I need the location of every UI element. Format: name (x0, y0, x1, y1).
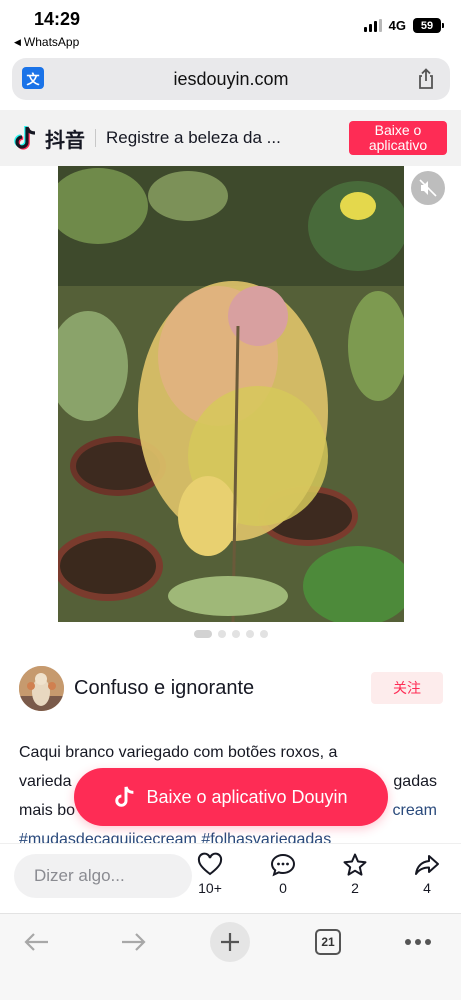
signal-icon (363, 19, 382, 32)
star-icon (343, 853, 367, 876)
share-icon[interactable] (416, 68, 436, 90)
back-to-app-link[interactable]: ◀ WhatsApp (14, 35, 79, 49)
comment-bubble-icon (270, 853, 296, 877)
header-download-button[interactable]: Baixe o aplicativo (349, 121, 447, 155)
description-line-2-start: varieda (19, 773, 72, 790)
like-button[interactable]: 10+ (190, 852, 230, 896)
plus-icon (221, 933, 239, 951)
description-line-2-end: gadas (393, 773, 437, 790)
new-tab-button[interactable] (210, 922, 250, 962)
description-line-3-start: mais bo (19, 802, 76, 819)
douyin-header: 抖音 Registre a beleza da ... Baixe o apli… (0, 110, 461, 166)
forward-button[interactable] (116, 922, 152, 962)
tabs-button[interactable]: 21 (313, 922, 343, 962)
avatar[interactable] (19, 665, 64, 711)
address-bar[interactable]: 文 iesdouyin.com (12, 58, 450, 100)
douyin-note-icon (115, 786, 134, 807)
status-bar: 14:29 ◀ WhatsApp 4G 59 (0, 0, 461, 54)
douyin-note-icon (14, 126, 36, 150)
battery-level: 59 (420, 19, 434, 32)
douyin-logo[interactable]: 抖音 (14, 124, 85, 153)
open-app-button[interactable]: Baixe o aplicativo Douyin (74, 768, 388, 826)
carousel-indicator (0, 630, 461, 638)
clock: 14:29 (34, 9, 81, 29)
browser-toolbar: 21 (0, 913, 461, 1000)
comment-placeholder: Dizer algo... (34, 866, 125, 885)
network-type: 4G (388, 18, 406, 33)
comment-input[interactable]: Dizer algo... (14, 854, 192, 898)
share-button[interactable]: 4 (407, 852, 447, 896)
header-divider (95, 129, 96, 147)
back-app-label: WhatsApp (23, 35, 80, 49)
video-player[interactable] (58, 166, 404, 622)
carousel-dot[interactable] (231, 630, 240, 638)
carousel-dot[interactable] (217, 630, 226, 638)
favorite-count: 2 (351, 880, 359, 896)
mute-button[interactable] (411, 171, 445, 205)
description-line-1: Caqui branco variegado com botões roxos,… (19, 744, 338, 761)
douyin-brand-name: 抖音 (45, 129, 85, 152)
more-dots-icon (405, 939, 431, 945)
carousel-dot[interactable] (193, 630, 212, 638)
speaker-muted-icon (419, 179, 437, 197)
browser-address-area: 文 iesdouyin.com (0, 54, 461, 106)
plant-photo (58, 166, 404, 622)
carousel-dot[interactable] (245, 630, 254, 638)
more-button[interactable] (402, 922, 434, 962)
header-slogan: Registre a beleza da ... (106, 128, 281, 147)
share-count: 4 (423, 880, 431, 896)
comment-count: 0 (279, 880, 287, 896)
url-domain: iesdouyin.com (173, 68, 289, 89)
heart-icon (197, 852, 223, 876)
back-arrow-icon (24, 933, 48, 951)
favorite-button[interactable]: 2 (335, 852, 375, 896)
avatar-image (19, 665, 64, 711)
back-button[interactable] (18, 922, 54, 962)
share-arrow-icon (415, 855, 439, 875)
action-bar: Dizer algo... 10+ 0 2 4 (0, 843, 461, 913)
open-app-label: Baixe o aplicativo Douyin (146, 786, 348, 807)
like-count: 10+ (198, 880, 222, 896)
battery-icon: 59 (413, 18, 444, 33)
translate-icon[interactable]: 文 (22, 67, 44, 89)
tabs-count: 21 (315, 929, 341, 955)
description-line-3-end[interactable]: cream (393, 796, 437, 825)
author-name[interactable]: Confuso e ignorante (74, 677, 254, 700)
author-row: Confuso e ignorante 关注 (19, 665, 443, 711)
back-triangle-icon: ◀ (14, 36, 21, 47)
forward-arrow-icon (122, 933, 146, 951)
carousel-dot[interactable] (259, 630, 268, 638)
follow-button[interactable]: 关注 (371, 672, 443, 704)
comment-button[interactable]: 0 (263, 852, 303, 896)
